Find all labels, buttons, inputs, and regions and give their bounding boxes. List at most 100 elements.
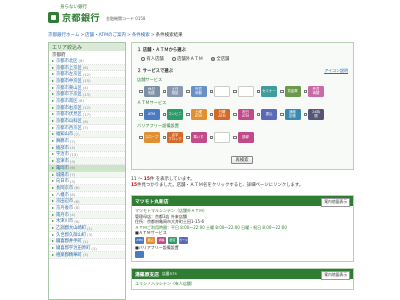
checkbox[interactable] [280, 89, 284, 94]
checkbox[interactable] [233, 135, 237, 140]
radio-dot-selected[interactable] [210, 57, 215, 61]
service-option[interactable]: セミナー [256, 86, 277, 97]
sidebar-item-label: 京都市北区 [56, 58, 78, 64]
sidebar-item-count: (7) [82, 125, 89, 131]
service-option[interactable]: コンビニ [162, 109, 183, 120]
arrow-right-icon [52, 86, 54, 89]
radio-staffed-store[interactable]: 有人店舗 [141, 56, 164, 62]
result-info: 11 ～ 15件 を表示しています。 15件見つかりました。店舗・ＡＴＭ名をクリ… [131, 177, 354, 189]
checkbox[interactable] [209, 112, 213, 117]
checkbox[interactable] [139, 135, 143, 140]
arrow-right-icon [52, 133, 54, 136]
branch-name-link[interactable]: 湯篠原支店 [135, 271, 159, 278]
service-icon-text: 貸金庫 [287, 88, 298, 93]
service-option[interactable]: 土曜 ATM [186, 109, 207, 120]
service-option[interactable]: 貸金庫 [280, 86, 301, 97]
checkbox[interactable] [139, 112, 143, 117]
checkbox[interactable] [303, 89, 307, 94]
sidebar-item[interactable]: 相楽郡精華町 (3) [49, 251, 125, 259]
radio-offsite-atm[interactable]: 店舗外ＡＴＭ [171, 56, 203, 62]
checkbox[interactable] [139, 89, 143, 94]
service-icon-text: 点字 ブロック [168, 132, 182, 141]
radio-dot[interactable] [171, 57, 176, 61]
sidebar-item-count: (6) [74, 218, 80, 224]
sidebar-item-count: (3) [69, 158, 76, 164]
breadcrumb-link-search[interactable]: 条件検索 [132, 33, 150, 38]
barrier-free-row: スロープ 点字 ブロック 車いす 誘導 [139, 132, 348, 143]
service-icon: 通帳 記帳 [284, 109, 301, 120]
breadcrumb-link-stores[interactable]: 店舗・ATMのご案内 [85, 33, 126, 38]
checkbox[interactable] [233, 89, 237, 94]
sidebar-item-count: (3) [87, 232, 93, 238]
service-option[interactable]: 通帳 記帳 [280, 109, 301, 120]
atm-service-icon: ATM [135, 236, 144, 244]
service-option[interactable]: スロープ [139, 132, 160, 143]
checkbox[interactable] [303, 112, 307, 117]
breadcrumb-separator: > [150, 33, 155, 38]
radio-all-stores[interactable]: 全店舗 [210, 56, 230, 62]
sidebar-item-count: (1) [82, 238, 89, 244]
sidebar-item-label: 乙訓郡大山崎町 [56, 226, 87, 232]
service-option[interactable]: 土日 相談 [162, 86, 183, 97]
re-search-button[interactable]: 再検索 [231, 156, 253, 164]
arrow-right-icon [52, 113, 54, 116]
map-button[interactable]: 案内地図表示 [321, 197, 350, 207]
sidebar-item-label: 久世郡久御山町 [56, 232, 87, 238]
store-services-label: 店舗サービス [137, 77, 163, 82]
breadcrumb-link-home[interactable]: 京都銀行ホーム [48, 33, 79, 38]
radio-dot[interactable] [141, 57, 145, 61]
radio-label: 全店舗 [216, 57, 230, 62]
service-icon: 土曜 ATM [190, 109, 207, 120]
map-button[interactable]: 案内地図表示 [321, 270, 350, 280]
checkbox[interactable] [162, 112, 166, 117]
sidebar-item-count: (6) [82, 118, 89, 124]
service-icon: 外貨 両替 [190, 86, 207, 97]
service-icon: 振込 [261, 109, 277, 120]
sidebar-item-count: (1) [87, 225, 93, 231]
checkbox[interactable] [256, 89, 260, 94]
sidebar-item-label: 向日市 [56, 179, 69, 185]
checkbox[interactable] [280, 112, 284, 117]
icon-legend-link[interactable]: アイコン説明 [324, 68, 348, 74]
checkbox[interactable] [209, 89, 213, 94]
bank-code: 金融機関コード 0158 [106, 16, 146, 21]
service-option[interactable]: 休日 相談 [139, 86, 160, 97]
service-option[interactable]: 祝日 ATM [233, 109, 254, 120]
logo[interactable]: 身らない銀行 京都銀行 金融機関コード 0158 [48, 4, 145, 24]
barrier-free-heading: ■バリアフリー設備設置 [135, 244, 179, 250]
arrow-right-icon [52, 93, 54, 96]
service-option[interactable]: 誘導 [233, 132, 254, 143]
sidebar-item-count: (8) [74, 205, 80, 211]
service-option[interactable]: 24時 間 [303, 109, 324, 120]
service-option[interactable]: 日曜 ATM [209, 109, 230, 120]
branch-name-link[interactable]: マツモト丸新店 [135, 198, 169, 205]
checkbox[interactable] [162, 135, 166, 140]
checkbox[interactable] [186, 135, 190, 140]
service-icon [237, 86, 254, 97]
search-panel: １ 店舗・ＡＴＭから選ぶ 有人店舗 店舗外ＡＴＭ 全店舗 ２ サービスで選ぶ ア… [131, 42, 354, 170]
checkbox[interactable] [186, 89, 190, 94]
branch-header: 湯篠原支店 店番575 [132, 269, 353, 279]
service-option[interactable] [209, 86, 230, 97]
service-option[interactable]: 振込 [256, 109, 277, 120]
service-option[interactable] [209, 132, 230, 143]
service-option[interactable]: 外貨 両替 [303, 86, 324, 97]
arrow-right-icon [52, 193, 54, 196]
checkbox[interactable] [186, 112, 190, 117]
checkbox[interactable] [209, 135, 213, 140]
checkbox[interactable] [256, 112, 260, 117]
checkbox[interactable] [233, 112, 237, 117]
service-option[interactable]: 車いす [186, 132, 207, 143]
service-option[interactable]: ATM [139, 109, 160, 120]
total-suffix: 件見つかりました。店舗・ＡＴＭ名をクリックすると、詳細ページにリンクします。 [137, 183, 304, 188]
checkbox[interactable] [162, 89, 166, 94]
service-icon: 外貨 両替 [308, 86, 324, 97]
logo-text: 京都銀行 [62, 14, 101, 24]
service-option[interactable] [233, 86, 254, 97]
service-option[interactable]: 外貨 両替 [186, 86, 207, 97]
sidebar-item-count: (4) [82, 85, 89, 91]
store-services-row: 休日 相談 土日 相談 外貨 両替 セミナー 貸金庫 外貨 両替 [139, 86, 348, 97]
barrier-icons [135, 251, 350, 258]
service-option[interactable]: 点字 ブロック [162, 132, 183, 143]
branch-kana: ユリシノハラシテン（有人店舗） [135, 281, 195, 286]
